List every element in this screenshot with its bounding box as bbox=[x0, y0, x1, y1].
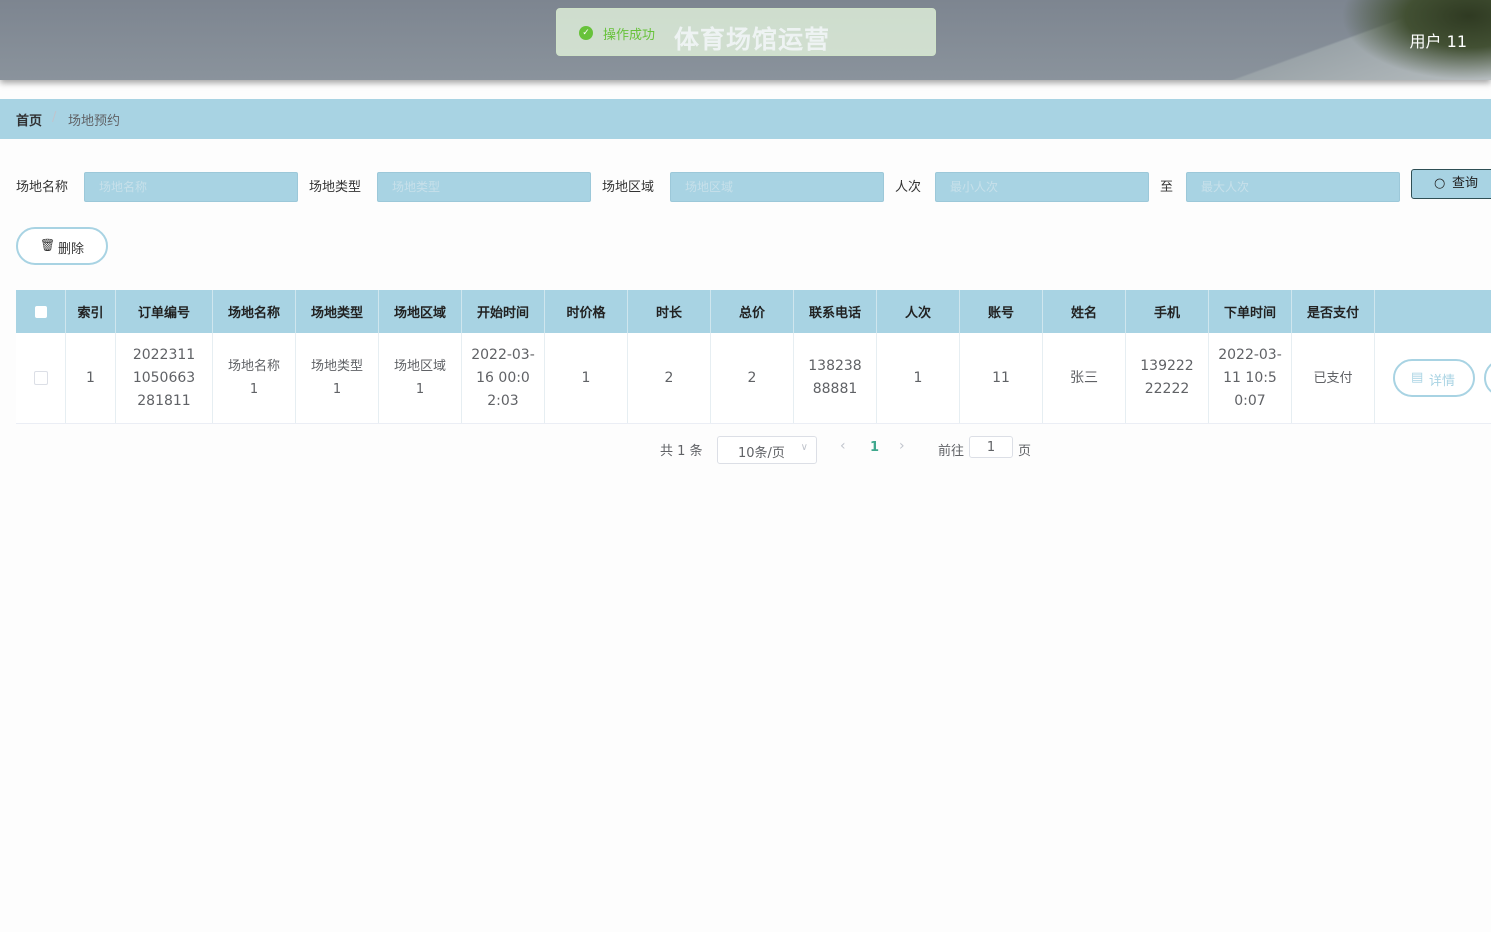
header-start-time: 开始时间 bbox=[462, 290, 545, 333]
page-size-value: 10条/页 bbox=[738, 446, 785, 461]
header-name: 姓名 bbox=[1043, 290, 1126, 333]
cell-total: 2 bbox=[711, 333, 794, 423]
detail-button[interactable]: ▤ 详情 bbox=[1393, 359, 1475, 397]
search-icon: ○ bbox=[1434, 176, 1446, 191]
header-account: 账号 bbox=[960, 290, 1043, 333]
cell-venue-area: 场地区域1 bbox=[379, 333, 462, 423]
cell-venue-name: 场地名称1 bbox=[213, 333, 296, 423]
header-order-no: 订单编号 bbox=[116, 290, 213, 333]
cell-start-time: 2022-03-16 00:02:03 bbox=[462, 333, 545, 423]
detail-button-label: 详情 bbox=[1429, 374, 1456, 389]
header-hour-price: 时价格 bbox=[545, 290, 628, 333]
check-circle-icon: ✓ bbox=[579, 26, 593, 40]
cell-index: 1 bbox=[66, 333, 116, 423]
prev-page-icon[interactable]: ‹ bbox=[840, 438, 846, 454]
toast-message: 操作成功 bbox=[603, 28, 656, 43]
cell-duration: 2 bbox=[628, 333, 711, 423]
select-all-cell bbox=[16, 290, 66, 333]
venue-type-input[interactable] bbox=[377, 172, 591, 202]
venue-area-input[interactable] bbox=[670, 172, 884, 202]
breadcrumb: 首页 / 场地预约 bbox=[0, 99, 1491, 139]
cell-order-no: 20223111050663281811 bbox=[116, 333, 213, 423]
cell-hour-price: 1 bbox=[545, 333, 628, 423]
header-mobile: 手机 bbox=[1126, 290, 1209, 333]
row-checkbox[interactable] bbox=[33, 371, 48, 385]
cell-order-time: 2022-03-11 10:50:07 bbox=[1209, 333, 1292, 423]
row-select-cell bbox=[16, 333, 66, 423]
header-phone: 联系电话 bbox=[794, 290, 877, 333]
header-venue-area: 场地区域 bbox=[379, 290, 462, 333]
venue-area-label: 场地区域 bbox=[602, 180, 655, 195]
page-size-select[interactable]: 10条/页 ∨ bbox=[717, 436, 817, 464]
goto-label: 前往 bbox=[938, 444, 965, 459]
breadcrumb-separator: / bbox=[52, 110, 57, 125]
breadcrumb-current: 场地预约 bbox=[68, 114, 121, 129]
header-duration: 时长 bbox=[628, 290, 711, 333]
table-header: 索引 订单编号 场地名称 场地类型 场地区域 开始时间 时价格 时长 总价 联系… bbox=[16, 290, 1491, 333]
table-row: 1 20223111050663281811 场地名称1 场地类型1 场地区域1… bbox=[16, 333, 1491, 424]
cell-mobile: 13922222222 bbox=[1126, 333, 1209, 423]
search-button[interactable]: ○ 查询 bbox=[1411, 169, 1491, 199]
header-actions bbox=[1375, 290, 1491, 333]
select-all-checkbox[interactable] bbox=[34, 305, 47, 318]
cell-people: 1 bbox=[877, 333, 960, 423]
delete-button-label: 删除 bbox=[58, 242, 85, 257]
breadcrumb-home[interactable]: 首页 bbox=[16, 110, 42, 129]
app-title: 体育场馆运营 bbox=[674, 25, 831, 54]
cell-venue-type: 场地类型1 bbox=[296, 333, 379, 423]
chevron-down-icon: ∨ bbox=[800, 442, 808, 453]
cell-phone: 13823888881 bbox=[794, 333, 877, 423]
current-page[interactable]: 1 bbox=[870, 440, 879, 455]
people-label: 人次 bbox=[895, 180, 922, 195]
more-action-button[interactable] bbox=[1484, 359, 1491, 397]
cell-paid: 已支付 bbox=[1292, 333, 1375, 423]
range-separator: 至 bbox=[1160, 180, 1174, 195]
goto-page-input[interactable] bbox=[969, 436, 1013, 458]
header-index: 索引 bbox=[66, 290, 116, 333]
search-button-label: 查询 bbox=[1452, 176, 1479, 191]
trash-icon: 🗑 bbox=[40, 238, 56, 252]
pagination-total: 共 1 条 bbox=[660, 444, 703, 459]
header-venue-name: 场地名称 bbox=[213, 290, 296, 333]
header-order-time: 下单时间 bbox=[1209, 290, 1292, 333]
header-total: 总价 bbox=[711, 290, 794, 333]
header-people: 人次 bbox=[877, 290, 960, 333]
venue-name-input[interactable] bbox=[84, 172, 298, 202]
cell-account: 11 bbox=[960, 333, 1043, 423]
header-paid: 是否支付 bbox=[1292, 290, 1375, 333]
next-page-icon[interactable]: › bbox=[899, 438, 905, 454]
people-min-input[interactable] bbox=[935, 172, 1149, 202]
user-menu[interactable]: 用户 11 bbox=[1410, 28, 1467, 52]
document-icon: ▤ bbox=[1411, 370, 1424, 385]
people-max-input[interactable] bbox=[1186, 172, 1400, 202]
header-venue-type: 场地类型 bbox=[296, 290, 379, 333]
delete-button[interactable]: 🗑 删除 bbox=[16, 227, 108, 265]
cell-name: 张三 bbox=[1043, 333, 1126, 423]
page-suffix: 页 bbox=[1018, 444, 1032, 459]
venue-name-label: 场地名称 bbox=[16, 180, 69, 195]
venue-type-label: 场地类型 bbox=[309, 180, 362, 195]
